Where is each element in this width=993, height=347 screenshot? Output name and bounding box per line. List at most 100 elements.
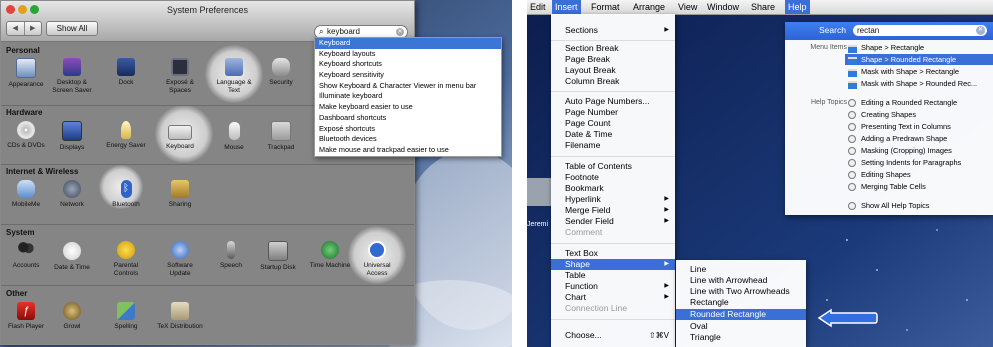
help-menu-item[interactable]: Mask with Shape > Rounded Rec... [845, 78, 993, 89]
help-menu-item[interactable]: Shape > Rectangle [845, 42, 993, 53]
menu-format[interactable]: Format [588, 0, 623, 14]
pane-sharing[interactable]: Sharing [157, 180, 203, 209]
menu-item-page-number[interactable]: Page Number [551, 107, 675, 118]
shape-item-triangle[interactable]: Triangle [676, 332, 806, 343]
help-topic-item[interactable]: Merging Table Cells [845, 181, 993, 192]
menu-item-sender-field[interactable]: Sender Field ▶ [551, 216, 675, 227]
menu-item-merge-field[interactable]: Merge Field ▶ [551, 205, 675, 216]
pane-language-text[interactable]: Language & Text [211, 58, 257, 95]
menu-item-table[interactable]: Table [551, 270, 675, 281]
menu-edit[interactable]: Edit [527, 0, 549, 14]
pane-spelling[interactable]: Spelling [103, 302, 149, 331]
forward-arrow-icon[interactable]: ▶ [23, 22, 42, 35]
help-menu-item[interactable]: Shape > Rounded Rectangle [845, 54, 993, 65]
suggestion-item[interactable]: Keyboard shortcuts [315, 59, 501, 70]
pane-bluetooth[interactable]: ᛒ Bluetooth [103, 180, 149, 209]
back-forward-buttons[interactable]: ◀ ▶ [6, 21, 42, 36]
help-search-input[interactable]: rectan ✕ [853, 25, 987, 36]
clear-search-icon[interactable]: ✕ [976, 26, 985, 35]
pane-expose-spaces[interactable]: Exposé & Spaces [157, 58, 203, 95]
shape-item-rectangle[interactable]: Rectangle [676, 297, 806, 308]
menu-separator [551, 91, 675, 92]
menu-item-auto-page-numbers[interactable]: Auto Page Numbers... [551, 96, 675, 107]
help-topic-item[interactable]: Editing Shapes [845, 169, 993, 180]
suggestion-item[interactable]: Keyboard [315, 38, 501, 49]
menu-item-layout-break[interactable]: Layout Break [551, 65, 675, 76]
pane-mobileme[interactable]: MobileMe [3, 180, 49, 209]
pane-universal-access[interactable]: Universal Access [354, 241, 400, 278]
menu-item-hyperlink[interactable]: Hyperlink ▶ [551, 194, 675, 205]
suggestion-item[interactable]: Illuminate keyboard [315, 91, 501, 102]
menu-item-filename[interactable]: Filename [551, 140, 675, 151]
menu-item-table-of-contents[interactable]: Table of Contents [551, 161, 675, 172]
pane-keyboard[interactable]: Keyboard [157, 121, 203, 151]
suggestion-item[interactable]: Make keyboard easier to use [315, 102, 501, 113]
help-menu-item[interactable]: Mask with Shape > Rectangle [845, 66, 993, 77]
pane-speech[interactable]: Speech [208, 241, 254, 270]
pane-security[interactable]: Security [258, 58, 304, 87]
menu-item-page-count[interactable]: Page Count [551, 118, 675, 129]
pane-energy-saver[interactable]: Energy Saver [103, 121, 149, 150]
suggestion-item[interactable]: Show Keyboard & Character Viewer in menu… [315, 81, 501, 92]
pane-tex-distribution[interactable]: TeX Distribution [157, 302, 203, 331]
help-topic-item[interactable]: Setting Indents for Paragraphs [845, 157, 993, 168]
menu-help[interactable]: Help [785, 0, 810, 14]
menu-item-shape[interactable]: Shape ▶ [551, 259, 675, 270]
shape-item-line[interactable]: Line [676, 264, 806, 275]
suggestion-item[interactable]: Make mouse and trackpad easier to use [315, 145, 501, 156]
pane-parental-controls[interactable]: Parental Controls [103, 241, 149, 278]
back-arrow-icon[interactable]: ◀ [7, 22, 24, 35]
menu-view[interactable]: View [675, 0, 700, 14]
menu-item-footnote[interactable]: Footnote [551, 172, 675, 183]
suggestion-item[interactable]: Keyboard layouts [315, 49, 501, 60]
menu-item-section-break[interactable]: Section Break [551, 43, 675, 54]
dock-icon [117, 58, 135, 76]
menu-item-text-box[interactable]: Text Box [551, 248, 675, 259]
shape-item-line-two-arrowheads[interactable]: Line with Two Arrowheads [676, 286, 806, 297]
desktop-icon [63, 58, 81, 76]
pane-startup-disk[interactable]: Startup Disk [255, 241, 301, 272]
pane-flash-player[interactable]: ƒ Flash Player [3, 302, 49, 331]
menu-arrange[interactable]: Arrange [630, 0, 668, 14]
help-topic-item[interactable]: Adding a Predrawn Shape [845, 133, 993, 144]
shape-item-oval[interactable]: Oval [676, 321, 806, 332]
suggestion-item[interactable]: Keyboard sensitivity [315, 70, 501, 81]
menu-item-chart[interactable]: Chart ▶ [551, 292, 675, 303]
show-all-help-topics[interactable]: Show All Help Topics [845, 200, 993, 211]
pane-accounts[interactable]: Accounts [3, 241, 49, 270]
pane-dock[interactable]: Dock [103, 58, 149, 87]
menu-item-sections[interactable]: Sections ▶ [551, 25, 675, 36]
menu-item-function[interactable]: Function ▶ [551, 281, 675, 292]
pane-desktop-screen-saver[interactable]: Desktop & Screen Saver [49, 58, 95, 95]
menu-item-column-break[interactable]: Column Break [551, 76, 675, 87]
menu-share[interactable]: Share [748, 0, 778, 14]
suggestion-item[interactable]: Dashboard shortcuts [315, 113, 501, 124]
help-topic-item[interactable]: Presenting Text in Columns [845, 121, 993, 132]
pane-cds-dvds[interactable]: CDs & DVDs [3, 121, 49, 150]
pane-date-time[interactable]: Date & Time [49, 241, 95, 272]
menu-item-bookmark[interactable]: Bookmark [551, 183, 675, 194]
suggestion-item[interactable]: Bluetooth devices [315, 134, 501, 145]
menu-item-date-time[interactable]: Date & Time [551, 129, 675, 140]
pane-time-machine[interactable]: Time Machine [305, 241, 355, 270]
suggestion-item[interactable]: Exposé shortcuts [315, 124, 501, 135]
menu-insert[interactable]: Insert [552, 0, 581, 14]
menu-item-choose[interactable]: Choose... ⇧⌘V [551, 330, 675, 341]
menu-item-page-break[interactable]: Page Break [551, 54, 675, 65]
menu-window[interactable]: Window [704, 0, 742, 14]
help-topic-item[interactable]: Editing a Rounded Rectangle [845, 97, 993, 108]
pane-displays[interactable]: Displays [49, 121, 95, 152]
pane-trackpad[interactable]: Trackpad [258, 121, 304, 152]
section-header-hardware: Hardware [6, 108, 43, 117]
shape-item-line-arrowhead[interactable]: Line with Arrowhead [676, 275, 806, 286]
clear-search-icon[interactable]: ✕ [396, 28, 404, 36]
pane-network[interactable]: Network [49, 180, 95, 209]
pane-mouse[interactable]: Mouse [211, 121, 257, 152]
show-all-button[interactable]: Show All [46, 21, 98, 36]
pane-appearance[interactable]: Appearance [3, 58, 49, 89]
pane-software-update[interactable]: Software Update [157, 241, 203, 278]
help-topic-item[interactable]: Masking (Cropping) Images [845, 145, 993, 156]
shape-item-rounded-rectangle[interactable]: Rounded Rectangle [676, 309, 806, 320]
pane-growl[interactable]: Growl [49, 302, 95, 331]
help-topic-item[interactable]: Creating Shapes [845, 109, 993, 120]
